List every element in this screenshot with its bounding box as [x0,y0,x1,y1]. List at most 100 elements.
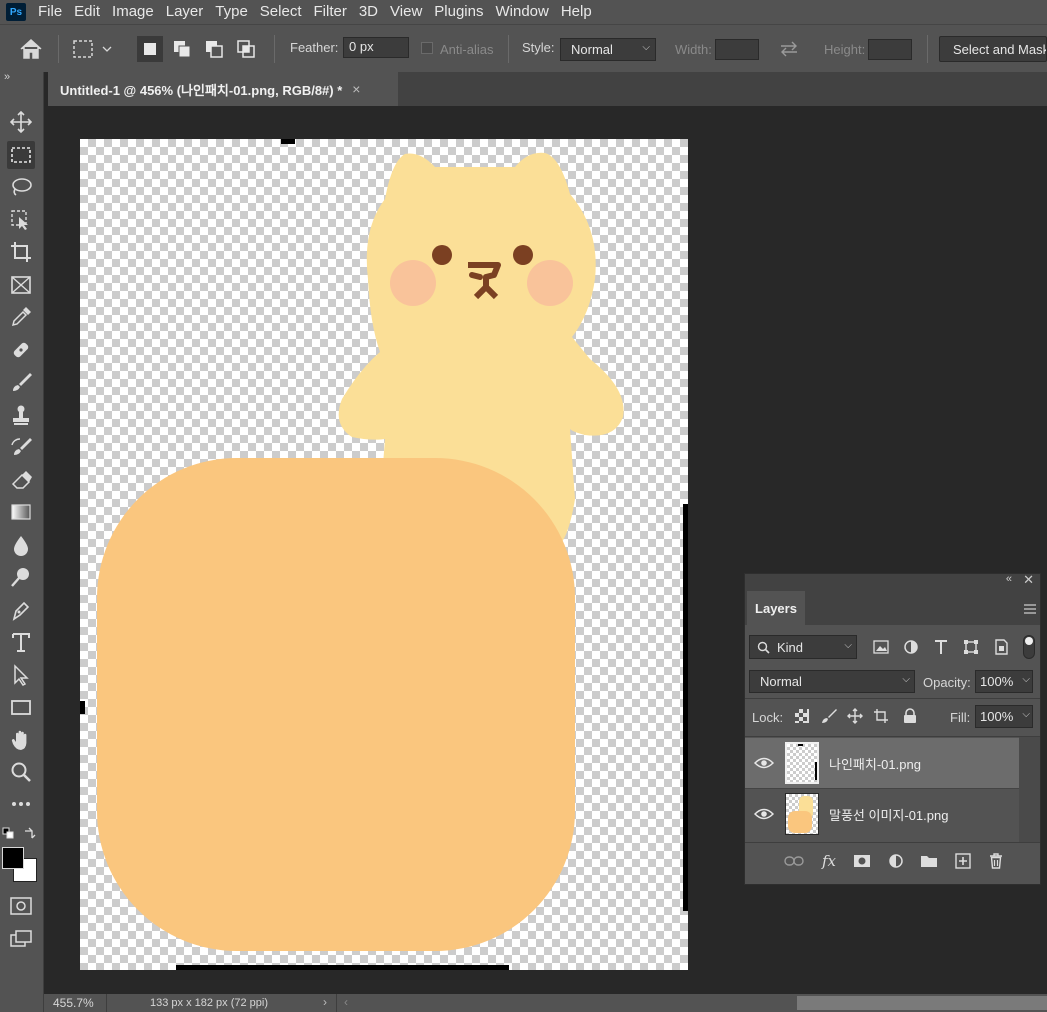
type-tool-icon[interactable] [7,628,35,656]
select-and-mask-button[interactable]: Select and Mask... [939,36,1047,62]
eraser-tool-icon[interactable] [7,466,35,494]
style-select[interactable]: Normal ⌵ [560,38,656,61]
screen-mode-icon[interactable] [7,925,35,953]
layers-panel: « ✕ Layers Kind ⌵ Normal ⌵ Opacity: 100%… [744,572,1041,885]
menu-layer[interactable]: Layer [162,0,212,24]
new-group-icon[interactable] [918,852,940,870]
lock-artboard-icon[interactable] [872,707,890,725]
menu-file[interactable]: File [34,0,70,24]
menu-filter[interactable]: Filter [310,0,355,24]
marquee-preset-icon[interactable] [72,39,112,62]
panel-menu-icon[interactable] [1024,602,1036,617]
tools-panel: » [0,71,44,1012]
frame-tool-icon[interactable] [7,271,35,299]
visibility-eye-icon[interactable] [751,805,777,823]
home-icon[interactable] [18,37,44,64]
spot-healing-brush-tool-icon[interactable] [7,336,35,364]
filter-pixel-icon[interactable] [871,638,891,656]
default-colors-icon[interactable] [2,827,14,842]
swap-width-height-icon[interactable] [778,39,800,62]
object-selection-tool-icon[interactable] [7,206,35,234]
menu-type[interactable]: Type [211,0,256,24]
blur-tool-icon[interactable] [7,531,35,559]
filter-shape-icon[interactable] [961,638,981,656]
rectangular-marquee-tool-icon[interactable] [7,141,35,169]
add-to-selection-icon[interactable] [169,36,195,62]
filter-type-icon[interactable] [931,638,951,656]
layers-scroll-track[interactable] [1019,737,1040,843]
chevron-right-icon[interactable]: › [323,995,327,1009]
new-selection-icon[interactable] [137,36,163,62]
horizontal-scrollbar-thumb[interactable] [797,996,1047,1010]
more-tools-icon[interactable] [7,790,35,818]
menu-3d[interactable]: 3D [355,0,386,24]
close-icon[interactable]: ✕ [1023,572,1034,588]
new-adjustment-layer-icon[interactable] [885,852,907,870]
lock-image-pixels-icon[interactable] [820,707,838,725]
document-tab[interactable]: Untitled-1 @ 456% (나인패치-01.png, RGB/8#) … [48,72,398,106]
filter-smart-object-icon[interactable] [991,638,1011,656]
scroll-left-icon[interactable]: ‹ [344,995,348,1009]
delete-layer-icon[interactable] [985,852,1007,870]
lock-all-icon[interactable] [901,707,919,725]
width-label: Width: [675,42,712,57]
speech-bubble-shape [97,458,575,951]
link-layers-icon[interactable] [783,852,805,870]
menu-help[interactable]: Help [557,0,600,24]
history-brush-tool-icon[interactable] [7,433,35,461]
pen-tool-icon[interactable] [7,596,35,624]
layer-name[interactable]: 나인패치-01.png [829,754,921,773]
status-bar: 455.7% 133 px x 182 px (72 ppi) › ‹ [44,994,1047,1012]
menu-window[interactable]: Window [491,0,556,24]
document-canvas[interactable] [80,139,688,970]
zoom-tool-icon[interactable] [7,758,35,786]
close-icon[interactable]: × [352,81,360,97]
subtract-from-selection-icon[interactable] [201,36,227,62]
height-input[interactable] [868,39,912,60]
new-layer-icon[interactable] [952,852,974,870]
menu-image[interactable]: Image [108,0,162,24]
add-mask-icon[interactable] [851,852,873,870]
hand-tool-icon[interactable] [7,726,35,754]
filter-adjustment-icon[interactable] [901,638,921,656]
move-tool-icon[interactable] [7,108,35,136]
dodge-tool-icon[interactable] [7,563,35,591]
swap-colors-icon[interactable] [23,827,37,842]
menu-select[interactable]: Select [256,0,310,24]
clone-stamp-tool-icon[interactable] [7,401,35,429]
fill-input[interactable]: 100% ⌵ [975,705,1033,728]
menu-view[interactable]: View [386,0,430,24]
expand-toolbar-icon[interactable]: » [4,71,10,83]
menu-edit[interactable]: Edit [70,0,108,24]
opacity-input[interactable]: 100% ⌵ [975,670,1033,693]
tab-layers[interactable]: Layers [747,591,805,625]
lock-position-icon[interactable] [846,707,864,725]
options-separator [58,35,59,63]
rectangle-tool-icon[interactable] [7,693,35,721]
zoom-level[interactable]: 455.7% [53,996,94,1010]
lasso-tool-icon[interactable] [7,173,35,201]
layer-effects-icon[interactable]: fx [818,851,840,871]
antialias-checkbox[interactable] [421,42,433,54]
crop-tool-icon[interactable] [7,238,35,266]
collapse-panel-icon[interactable]: « [1006,573,1012,585]
width-input[interactable] [715,39,759,60]
visibility-eye-icon[interactable] [751,754,777,772]
feather-input[interactable]: 0 px [343,37,409,58]
path-selection-tool-icon[interactable] [7,661,35,689]
quick-mask-icon[interactable] [7,892,35,920]
lock-transparent-pixels-icon[interactable] [793,707,811,725]
gradient-tool-icon[interactable] [7,498,35,526]
style-select-value: Normal [571,42,613,57]
filter-toggle[interactable] [1023,635,1035,659]
brush-tool-icon[interactable] [7,368,35,396]
intersect-selection-icon[interactable] [233,36,259,62]
layer-filter-kind-select[interactable]: Kind ⌵ [749,635,857,659]
layer-name[interactable]: 말풍선 이미지-01.png [829,805,948,824]
eyedropper-tool-icon[interactable] [7,303,35,331]
blend-mode-select[interactable]: Normal ⌵ [749,670,915,693]
foreground-color-swatch[interactable] [2,847,24,869]
layer-row[interactable]: 나인패치-01.png [745,738,1019,788]
layer-row[interactable]: 말풍선 이미지-01.png [745,789,1019,839]
menu-plugins[interactable]: Plugins [430,0,491,24]
